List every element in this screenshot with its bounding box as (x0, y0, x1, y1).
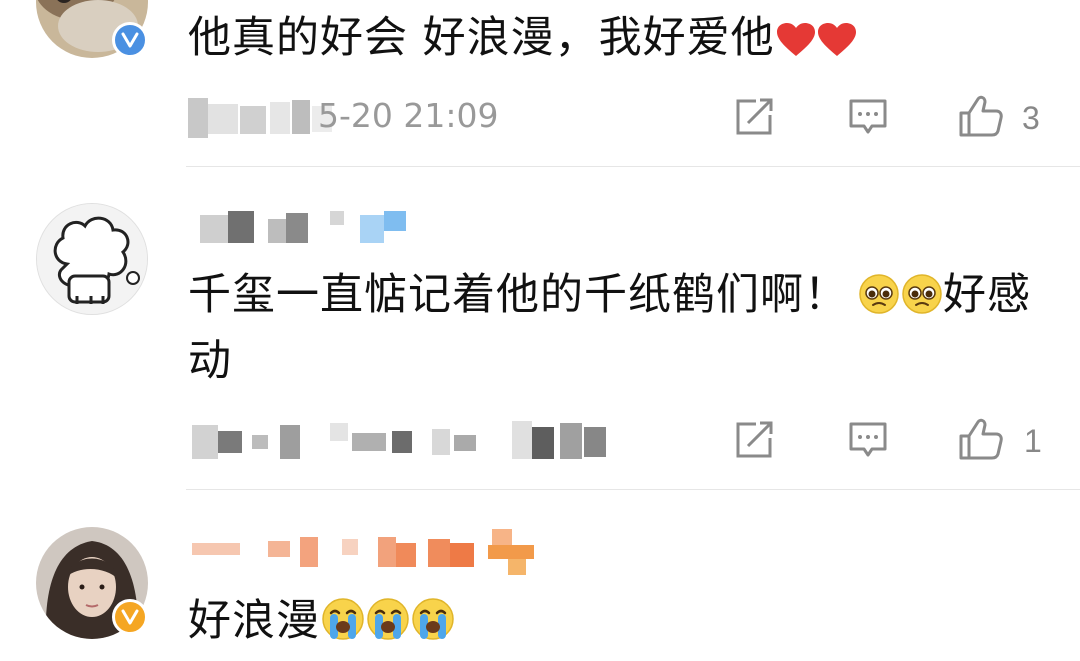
comment-bubble-icon (849, 99, 887, 134)
comment-time: 5-20 21:09 (318, 96, 499, 135)
divider (186, 489, 1080, 490)
avatar-image (37, 204, 147, 314)
loudly-crying-face-emoji (366, 597, 410, 657)
comment-text-body: 千玺一直惦记着他的千纸鹤们啊！ (188, 270, 848, 320)
comment-item: 千玺一直惦记着他的千纸鹤们啊！ 好感动 1 (0, 167, 1080, 490)
comment-text-body: 他真的好会 好浪漫，我好爱他 (188, 13, 775, 63)
red-heart-emoji (776, 14, 816, 74)
verified-badge-blue (112, 22, 148, 58)
like-count: 3 (1022, 100, 1040, 136)
thumbs-up-icon (959, 95, 1003, 137)
pixelated-metadata (192, 419, 612, 463)
like-button[interactable] (958, 94, 1004, 142)
like-button[interactable] (958, 417, 1004, 465)
loudly-crying-face-emoji (321, 597, 365, 657)
verified-v-icon (121, 32, 139, 48)
comment-text: 他真的好会 好浪漫，我好爱他 (188, 8, 857, 74)
comment-text: 千玺一直惦记着他的千纸鹤们啊！ 好感动 (188, 265, 1058, 391)
reply-button[interactable] (848, 421, 888, 463)
comment-item: 好浪漫 (0, 491, 1080, 661)
repost-button[interactable] (734, 421, 774, 463)
comment-item: 他真的好会 好浪漫，我好爱他 5-20 21:09 3 (0, 0, 1080, 167)
pixelated-metadata (188, 98, 338, 138)
comment-text-body: 动 (188, 336, 232, 386)
username-pixelated (192, 529, 552, 575)
thumbs-up-icon (959, 418, 1003, 460)
comment-bubble-icon (849, 422, 887, 457)
username-pixelated (200, 211, 410, 245)
comment-text-body: 好感 (943, 270, 1031, 320)
red-heart-emoji (817, 14, 857, 74)
repost-icon (736, 98, 773, 135)
like-count: 1 (1024, 423, 1042, 459)
pleading-face-emoji (901, 271, 943, 331)
comment-text-body: 好浪漫 (188, 596, 320, 646)
comment-text: 好浪漫 (188, 591, 455, 657)
avatar[interactable] (36, 203, 148, 315)
verified-v-icon (121, 609, 139, 625)
repost-icon (736, 421, 773, 458)
pleading-face-emoji (858, 271, 900, 331)
repost-button[interactable] (734, 98, 774, 140)
reply-button[interactable] (848, 98, 888, 140)
verified-badge-gold (112, 599, 148, 635)
loudly-crying-face-emoji (411, 597, 455, 657)
